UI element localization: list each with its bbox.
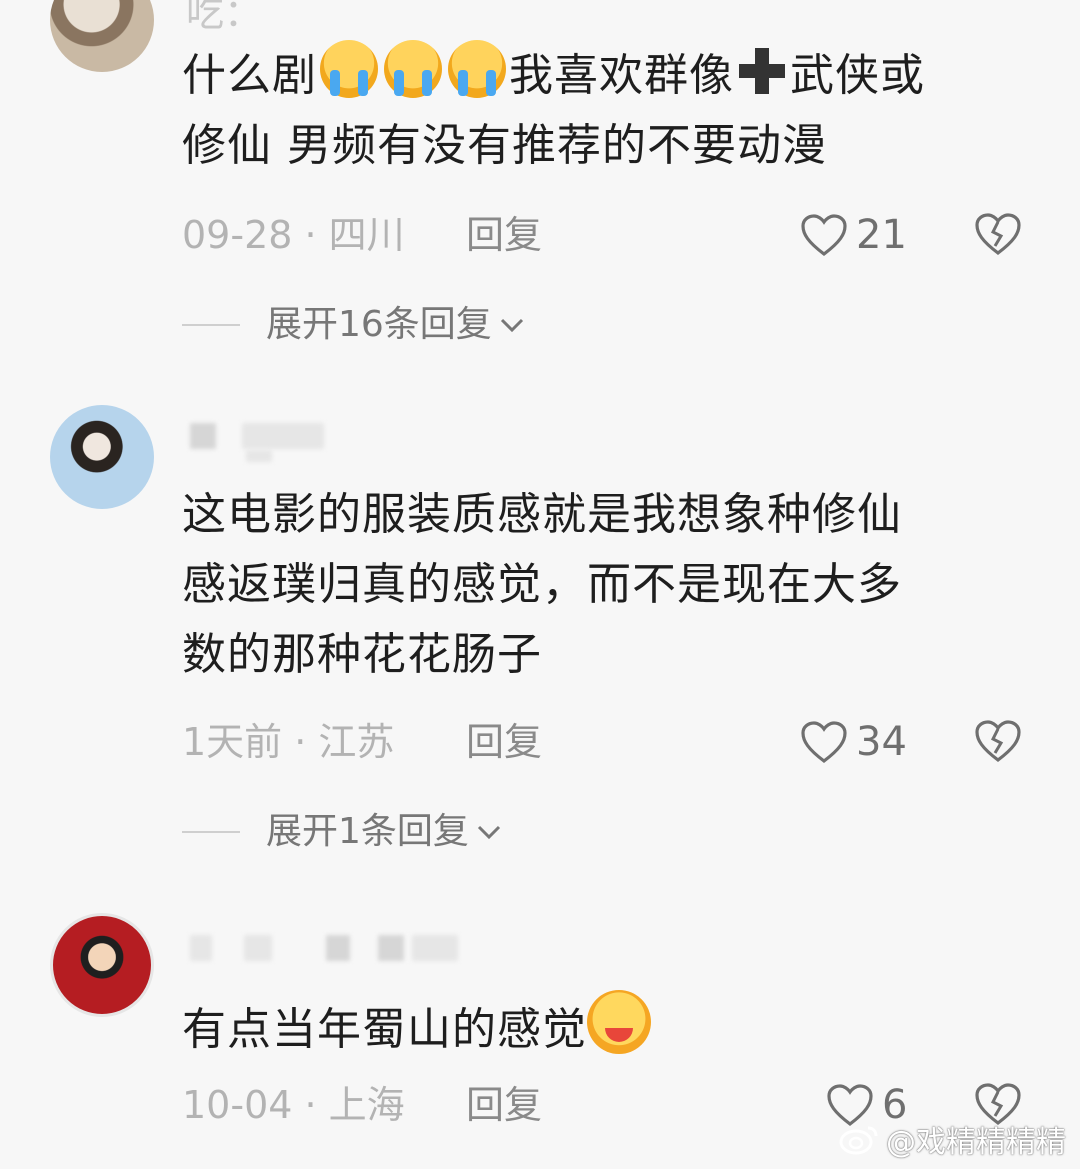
- dislike-button[interactable]: [974, 212, 1022, 260]
- reply-button[interactable]: 回复: [466, 210, 542, 260]
- username-blurred: [326, 935, 350, 961]
- loudly-crying-face-emoji-icon: [384, 40, 442, 98]
- avatar[interactable]: [50, 0, 154, 72]
- comment-text: 有点当年蜀山的感觉: [182, 990, 1022, 1065]
- avatar[interactable]: [50, 913, 154, 1017]
- heart-outline-icon: [801, 721, 847, 764]
- broken-heart-icon: [975, 720, 1021, 763]
- heart-outline-icon: [801, 214, 847, 257]
- comment-text: 这电影的服装质感就是我想象种修仙 感返璞归真的感觉，而不是现在大多 数的那种花花…: [182, 489, 902, 680]
- avatar[interactable]: [50, 405, 154, 509]
- comment-meta: 1天前 · 江苏: [182, 720, 395, 764]
- chevron-down-icon: [477, 825, 500, 840]
- username-blurred: [244, 935, 272, 961]
- truncated-previous-text: 吃：: [186, 0, 263, 35]
- expand-replies-button[interactable]: 展开1条回复: [182, 807, 503, 857]
- divider: [182, 831, 240, 833]
- dislike-button[interactable]: [974, 719, 1022, 767]
- expand-replies-label: 展开16条回复: [266, 304, 492, 345]
- username-blurred: [378, 935, 404, 961]
- expand-replies-button[interactable]: 展开16条回复: [182, 300, 526, 350]
- like-button[interactable]: 34: [800, 717, 907, 767]
- like-count: 34: [856, 719, 907, 765]
- watermark-text: @戏精精精精: [886, 1125, 1066, 1160]
- weibo-logo-icon: [839, 1126, 878, 1155]
- username-blurred: [246, 450, 272, 462]
- reply-button[interactable]: 回复: [466, 717, 542, 767]
- watermark: @戏精精精精: [838, 1117, 1066, 1161]
- username-blurred: [412, 935, 458, 961]
- chevron-down-icon: [500, 318, 523, 333]
- username-blurred: [242, 423, 324, 449]
- loudly-crying-face-emoji-icon: [320, 40, 378, 98]
- username-blurred[interactable]: [190, 423, 216, 449]
- reply-button[interactable]: 回复: [466, 1080, 542, 1130]
- plus-emoji-icon: [737, 46, 787, 96]
- like-button[interactable]: 21: [800, 210, 907, 260]
- divider: [182, 324, 240, 326]
- comment-meta: 10-04 · 上海: [182, 1083, 405, 1127]
- loudly-crying-face-emoji-icon: [448, 40, 506, 98]
- username-blurred[interactable]: [190, 935, 212, 961]
- expand-replies-label: 展开1条回复: [266, 811, 469, 852]
- broken-heart-icon: [975, 213, 1021, 256]
- like-count: 21: [856, 212, 907, 258]
- comment-text: 什么剧 我喜欢群像 武侠或 修仙 男频有没有推荐的不要动漫: [182, 40, 1022, 181]
- comment-meta: 09-28 · 四川: [182, 213, 405, 257]
- hugging-face-emoji-icon: [587, 990, 651, 1054]
